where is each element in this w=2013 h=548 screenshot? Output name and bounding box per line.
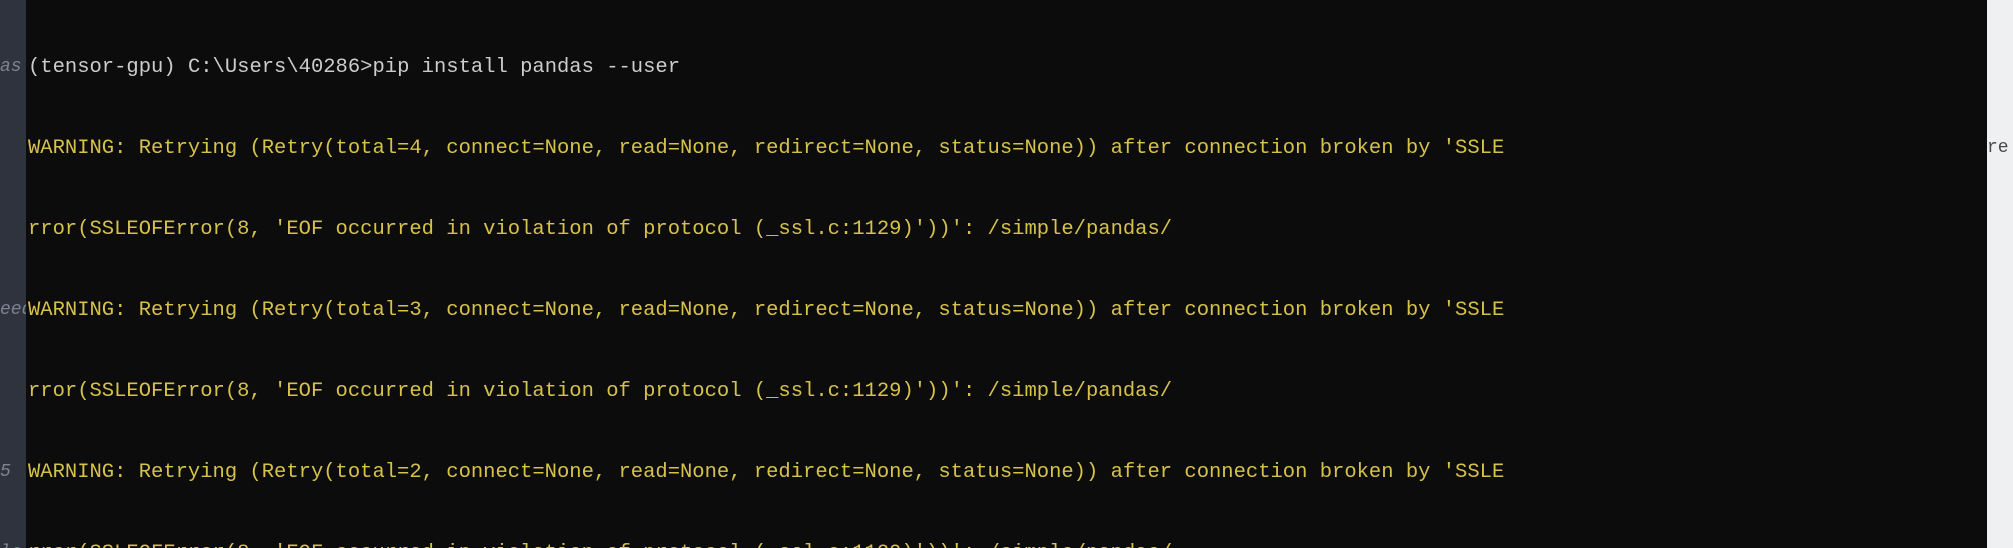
- gutter-fragment: [1987, 378, 2013, 405]
- gutter-fragment: [0, 378, 26, 405]
- gutter-fragment: [0, 216, 26, 243]
- terminal-output[interactable]: (tensor-gpu) C:\Users\40286>pip install …: [26, 0, 1989, 548]
- warning-line: WARNING: Retrying (Retry(total=4, connec…: [26, 135, 1989, 162]
- command-text: pip install pandas --user: [372, 56, 680, 79]
- gutter-fragment: [1987, 540, 2013, 548]
- gutter-fragment: [1987, 54, 2013, 81]
- warning-line: WARNING: Retrying (Retry(total=3, connec…: [26, 297, 1989, 324]
- editor-right-gutter: re th: [1987, 0, 2013, 548]
- gutter-fragment: as: [0, 54, 26, 81]
- gutter-fragment: eed: [0, 297, 26, 324]
- gutter-fragment: [1987, 459, 2013, 486]
- prompt-path: C:\Users\40286>: [188, 56, 373, 79]
- warning-line: rror(SSLEOFError(8, 'EOF occurred in vio…: [26, 216, 1989, 243]
- gutter-fragment: [1987, 297, 2013, 324]
- gutter-fragment: [0, 135, 26, 162]
- editor-left-gutter: as eed 5 le 19 5 = = _ta nd: [0, 0, 26, 548]
- gutter-fragment: re: [1987, 135, 2013, 162]
- gutter-fragment: 5: [0, 459, 26, 486]
- warning-line: WARNING: Retrying (Retry(total=2, connec…: [26, 459, 1989, 486]
- warning-line: rror(SSLEOFError(8, 'EOF occurred in vio…: [26, 540, 1989, 548]
- warning-line: rror(SSLEOFError(8, 'EOF occurred in vio…: [26, 378, 1989, 405]
- conda-env: (tensor-gpu): [28, 56, 188, 79]
- gutter-fragment: [1987, 216, 2013, 243]
- prompt-line: (tensor-gpu) C:\Users\40286>pip install …: [26, 54, 1989, 81]
- gutter-fragment: le: [0, 540, 26, 548]
